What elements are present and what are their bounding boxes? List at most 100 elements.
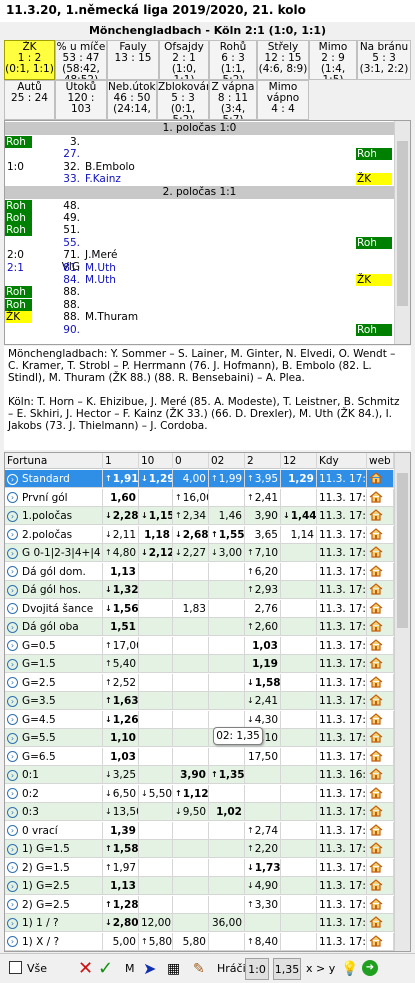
odds-row[interactable]: › Dá gól hos. ↓1,32 ↑2,93 11.3. 17: [5, 581, 394, 599]
odds-cell[interactable]: 3,65 [245, 525, 281, 544]
odds-cell[interactable] [281, 562, 317, 581]
odds-cell[interactable] [139, 673, 173, 692]
stat-box[interactable]: Mimo vápno 4 : 4 [257, 80, 309, 120]
odds-row[interactable]: › 2) G=1.5 ↑1,97 ↓1,73 11.3. 17: [5, 858, 394, 877]
odds-cell[interactable] [281, 858, 317, 877]
odds-cell[interactable] [173, 840, 209, 858]
odds-cell[interactable] [173, 673, 209, 692]
odds-cell[interactable] [173, 858, 209, 877]
odds-cell[interactable]: ↓2,41 [245, 692, 281, 710]
web-link[interactable] [367, 914, 394, 932]
odds-cell[interactable] [173, 692, 209, 710]
stat-box[interactable]: Neb.útoků 46 : 50 (24:14, [107, 80, 157, 120]
home-icon[interactable] [369, 786, 383, 799]
odds-row[interactable]: › 2.poločas ↓2,11 1,18 ↓2,68 ↑1,55 3,65 1,14 11.… [5, 525, 394, 544]
odds-cell[interactable]: ↑1,28 [103, 895, 139, 914]
odds-cell[interactable]: 4,00 [173, 470, 209, 488]
odds-cell[interactable]: ↑2,41 [245, 488, 281, 507]
arrow-circle-icon[interactable]: › [7, 492, 18, 503]
column-header[interactable]: Kdy [317, 453, 367, 469]
odds-cell[interactable] [209, 932, 245, 951]
odds-row[interactable]: ›První gól1,60↑16,00↑2,4111.3. 17: [5, 488, 394, 507]
odds-cell[interactable]: 5,80 [173, 932, 209, 951]
bulb-icon[interactable]: 💡 [341, 958, 358, 980]
web-link[interactable] [367, 877, 394, 895]
arrow-circle-icon[interactable]: › [7, 584, 18, 596]
odds-cell[interactable] [281, 803, 317, 821]
odds-cell[interactable] [173, 636, 209, 655]
odds-row[interactable]: › Dá gól oba 1,51 ↑2,60 11.3. 17: [5, 618, 394, 636]
home-icon[interactable] [369, 768, 383, 780]
odds-cell[interactable] [139, 618, 173, 636]
odds-row[interactable]: ›0:3↓13,50↓9,501,0211.3. 17: [5, 803, 394, 821]
odds-cell[interactable] [139, 710, 173, 729]
odds-cell[interactable] [139, 599, 173, 618]
odds-cell[interactable]: ↓13,50 [103, 803, 139, 821]
odds-row[interactable]: › 2) G=2.5 ↑1,28 ↑3,30 11.3. 17: [5, 895, 394, 914]
odds-cell[interactable]: ↑2,20 [245, 840, 281, 858]
odds-cell[interactable]: ↑1,99 [209, 470, 245, 488]
odds-cell[interactable] [209, 655, 245, 673]
odds-cell[interactable] [281, 692, 317, 710]
odds-cell[interactable] [173, 914, 209, 932]
odds-cell[interactable]: 1,13 [103, 562, 139, 581]
home-icon[interactable] [369, 860, 383, 873]
odds-cell[interactable] [245, 766, 281, 784]
web-link[interactable] [367, 488, 394, 507]
odds-cell[interactable]: ↓1,15 [139, 507, 173, 525]
odds-cell[interactable]: ↓4,90 [245, 877, 281, 895]
scrollbar-thumb[interactable] [397, 473, 408, 628]
odds-cell[interactable] [209, 821, 245, 840]
odds-cell[interactable] [209, 673, 245, 692]
odds-cell[interactable]: ↑2,93 [245, 581, 281, 599]
home-icon[interactable] [369, 897, 383, 910]
score-a-button[interactable]: 1:0 [245, 958, 269, 980]
column-header[interactable]: 12 [281, 453, 317, 469]
web-link[interactable] [367, 766, 394, 784]
odds-cell[interactable]: ↑1,97 [103, 858, 139, 877]
odds-cell[interactable]: 1,03 [245, 636, 281, 655]
odds-row[interactable]: › 1) X / ? 5,00 ↑5,80 5,80 ↑8,40 11.3. 17: [5, 932, 394, 951]
odds-cell[interactable]: ↑17,00 [103, 636, 139, 655]
stat-box[interactable]: ŽK 1 : 2 (0:1, 1:1) [4, 40, 55, 80]
web-link[interactable] [367, 673, 394, 692]
odds-cell[interactable] [209, 488, 245, 507]
stat-box[interactable]: Rohů 6 : 3 (1:1, 5:2) [209, 40, 257, 80]
odds-cell[interactable] [139, 766, 173, 784]
odds-cell[interactable] [281, 673, 317, 692]
odds-cell[interactable] [281, 599, 317, 618]
stat-box[interactable]: Ofsajdy 2 : 1 (1:0, 1:1) [159, 40, 209, 80]
stat-box[interactable]: Útoků 120 : 103 [55, 80, 107, 120]
arrow-circle-icon[interactable]: › [7, 936, 18, 947]
column-header[interactable]: 02 [209, 453, 245, 469]
web-link[interactable] [367, 840, 394, 858]
odds-cell[interactable]: ↑4,80 [103, 544, 139, 562]
odds-cell[interactable] [281, 877, 317, 895]
odds-cell[interactable] [173, 821, 209, 840]
odds-cell[interactable] [139, 655, 173, 673]
odds-cell[interactable]: ↑7,10 [245, 544, 281, 562]
odds-cell[interactable]: ↓3,25 [103, 766, 139, 784]
odds-row[interactable]: › G=3.5 ↑1,63 ↓2,41 11.3. 17: [5, 692, 394, 710]
home-icon[interactable] [369, 601, 383, 614]
odds-row[interactable]: › G=1.5 ↑5,40 1,19 11.3. 17: [5, 655, 394, 673]
odds-cell[interactable] [139, 877, 173, 895]
home-icon[interactable] [369, 934, 383, 947]
home-icon[interactable] [369, 527, 383, 540]
arrow-circle-icon[interactable]: › [7, 732, 18, 744]
odds-cell[interactable] [281, 581, 317, 599]
odds-cell[interactable] [209, 618, 245, 636]
odds-cell[interactable]: ↑2,52 [103, 673, 139, 692]
odds-cell[interactable]: 12,00 [139, 914, 173, 932]
odds-row[interactable]: › Dvojitá šance ↓1,56 1,83 2,76 11.3. 17: [5, 599, 394, 618]
odds-cell[interactable]: ↓1,73 [245, 858, 281, 877]
web-link[interactable] [367, 747, 394, 766]
odds-cell[interactable] [139, 821, 173, 840]
stat-box[interactable]: Fauly 13 : 15 [107, 40, 159, 80]
home-icon[interactable] [369, 823, 383, 836]
home-icon[interactable] [369, 675, 383, 688]
odds-row[interactable]: › 0 vrací 1,39 ↑2,74 11.3. 17: [5, 821, 394, 840]
odds-cell[interactable]: ↓9,50 [173, 803, 209, 821]
odds-cell[interactable] [281, 914, 317, 932]
odds-cell[interactable]: ↑1,91 [103, 470, 139, 488]
